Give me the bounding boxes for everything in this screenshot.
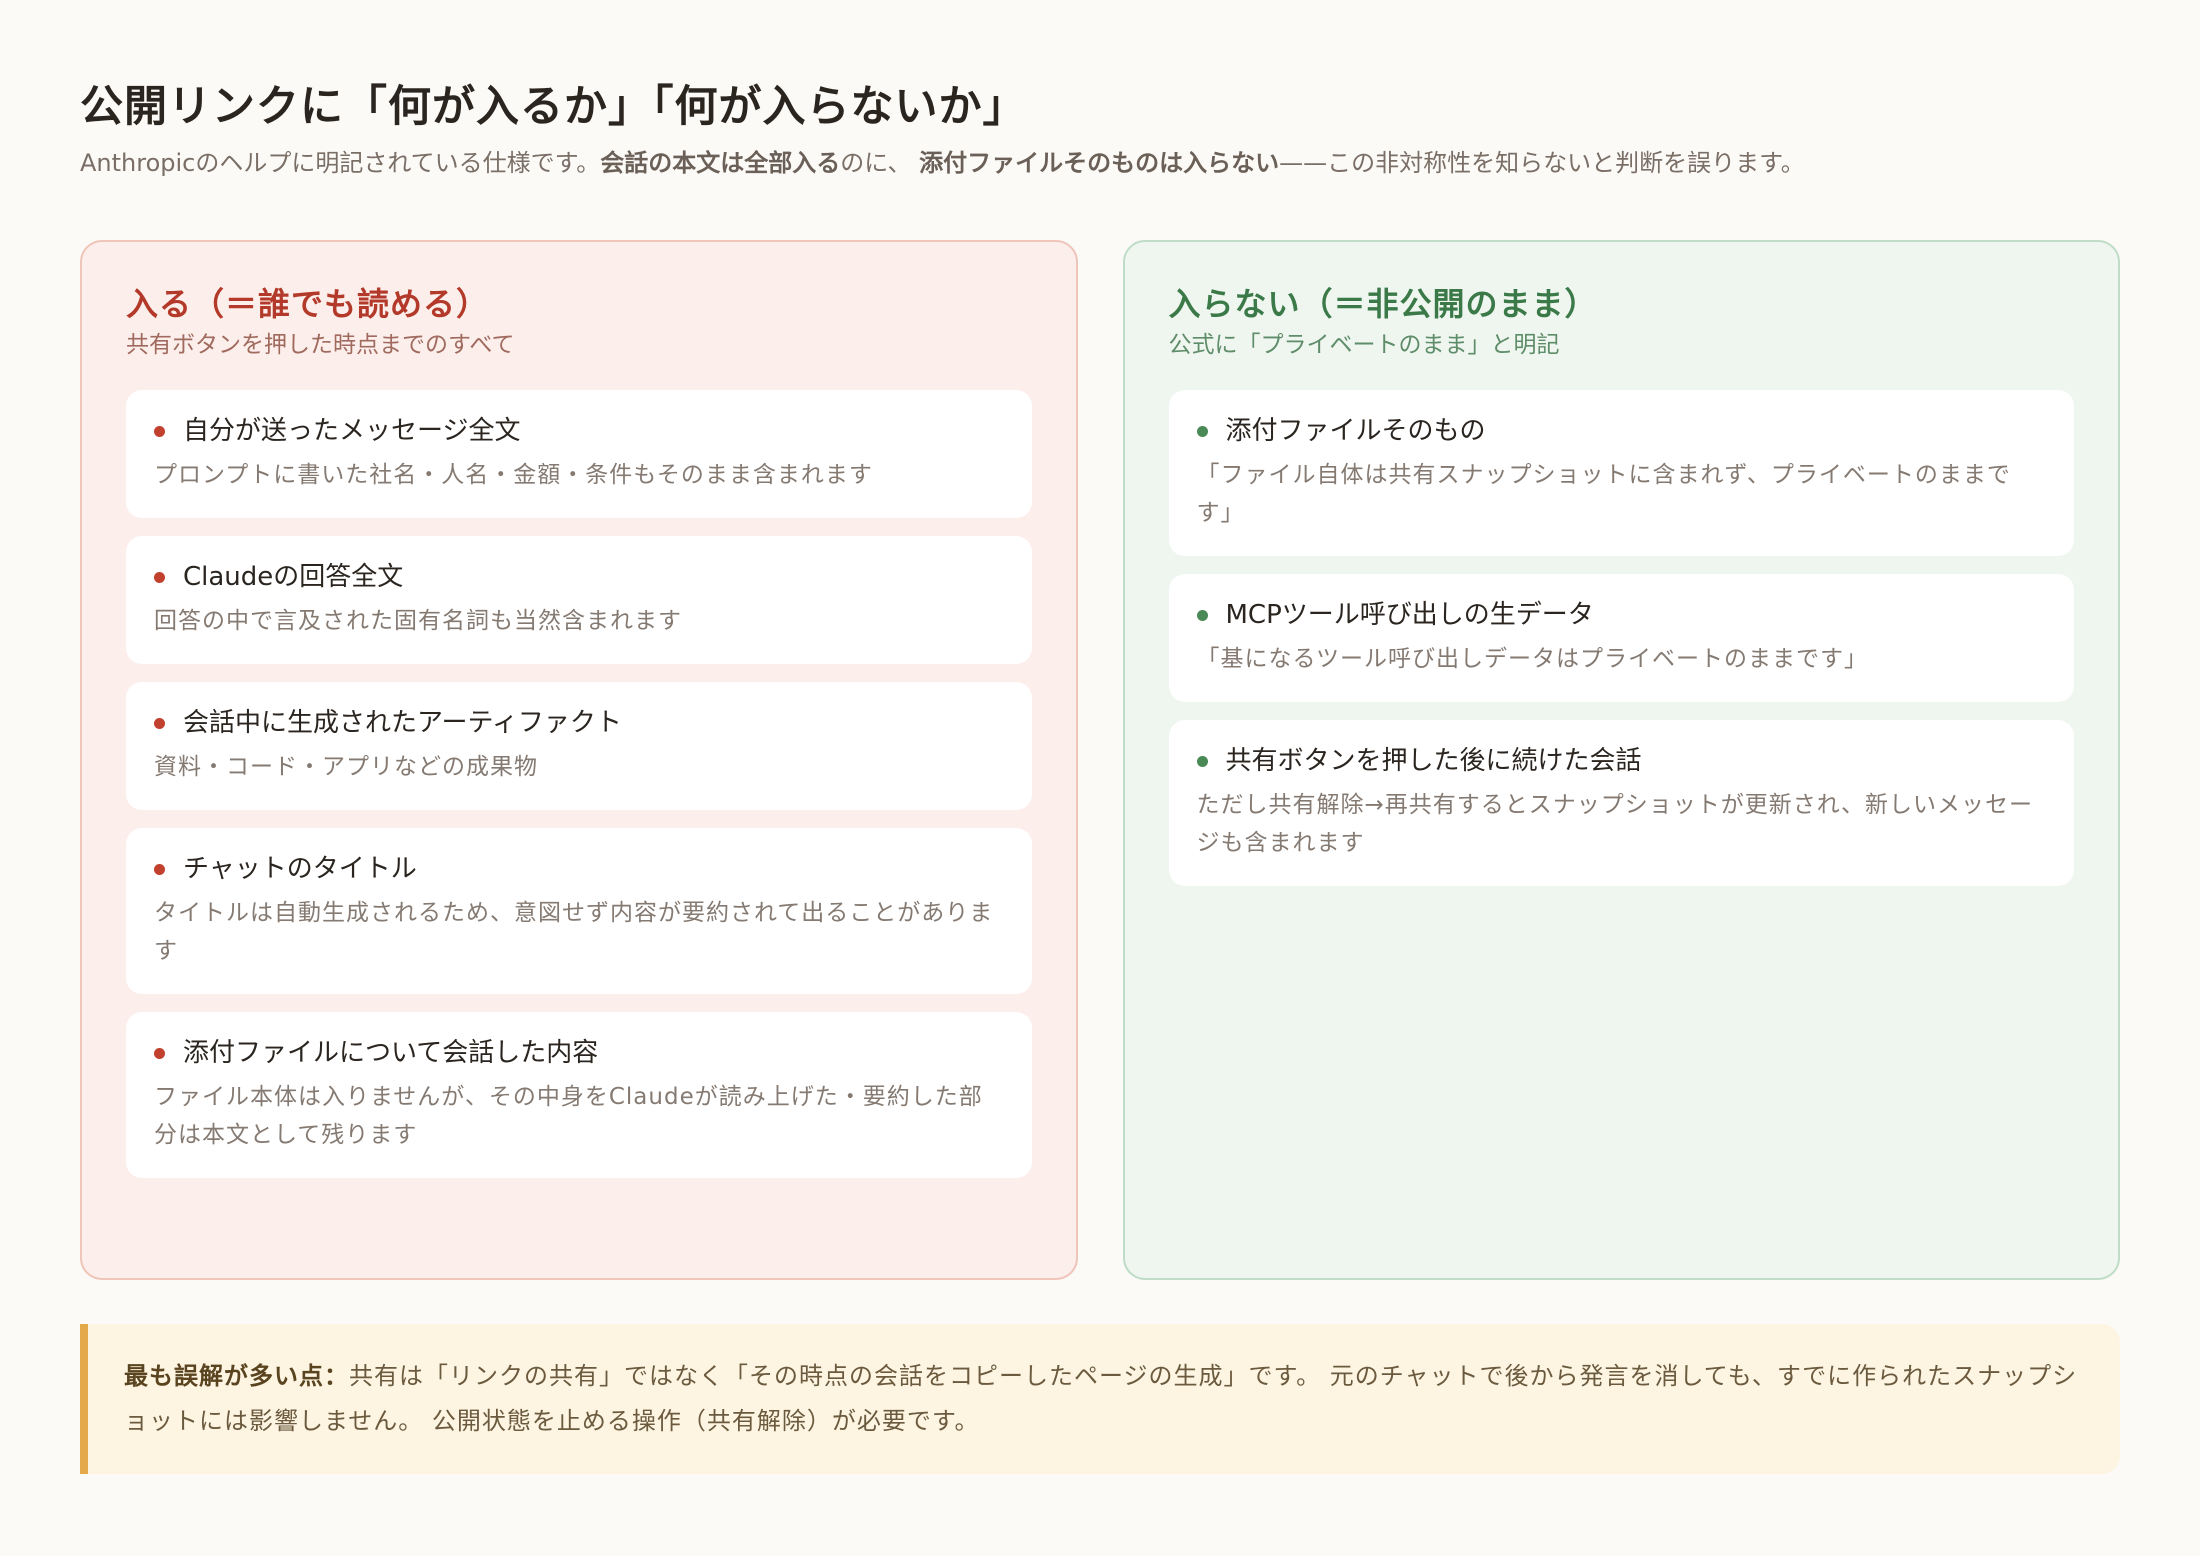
- included-item-title-text: Claudeの回答全文: [183, 562, 404, 592]
- excluded-item: 添付ファイルそのもの 「ファイル自体は共有スナップショットに含まれず、プライベー…: [1168, 390, 2074, 556]
- included-heading: 入る（＝誰でも読める）: [126, 285, 490, 323]
- included-item-title: 添付ファイルについて会話した内容: [154, 1034, 1004, 1072]
- excluded-item-title: 共有ボタンを押した後に続けた会話: [1196, 742, 2047, 780]
- excluded-heading: 入らない（＝非公開のまま）: [1168, 285, 1598, 323]
- included-panel: 入る（＝誰でも読める） 共有ボタンを押した時点までのすべて 自分が送ったメッセー…: [80, 240, 1078, 1280]
- bullet-dot-icon: [1196, 755, 1208, 767]
- excluded-item-desc: 「基になるツール呼び出しデータはプライベートのままです」: [1196, 646, 1869, 672]
- bullet-dot-icon: [154, 863, 165, 875]
- excluded-panel: 入らない（＝非公開のまま） 公式に「プライベートのまま」と明記 添付ファイルその…: [1122, 240, 2120, 1280]
- subtitle-emphasis-excluded: 添付ファイルそのものは入らない: [919, 149, 1280, 177]
- included-item-title-text: 自分が送ったメッセージ全文: [183, 416, 521, 446]
- comparison-columns: 入る（＝誰でも読める） 共有ボタンを押した時点までのすべて 自分が送ったメッセー…: [80, 240, 2120, 1280]
- excluded-item-desc: 「ファイル自体は共有スナップショットに含まれず、プライベートのままです」: [1196, 462, 2011, 526]
- bullet-dot-icon: [154, 425, 165, 437]
- excluded-item-title: MCPツール呼び出しの生データ: [1196, 596, 2047, 634]
- included-item-title-text: 会話中に生成されたアーティファクト: [183, 708, 622, 738]
- included-item-title: 会話中に生成されたアーティファクト: [154, 704, 1004, 742]
- excluded-item-title: 添付ファイルそのもの: [1196, 412, 2047, 450]
- included-item-title: 自分が送ったメッセージ全文: [154, 412, 1004, 450]
- included-item-desc: 回答の中で言及された固有名詞も当然含まれます: [154, 608, 682, 634]
- page: 公開リンクに「何が入るか」「何が入らないか」 Anthropicのヘルプに明記さ…: [0, 0, 2200, 1556]
- subtitle-suffix: ——この非対称性を知らないと判断を誤ります。: [1279, 149, 1805, 177]
- subtitle-prefix: Anthropicのヘルプに明記されている仕様です。: [80, 149, 601, 177]
- excluded-item-title-text: 共有ボタンを押した後に続けた会話: [1225, 746, 1642, 776]
- excluded-subheading: 公式に「プライベートのまま」と明記: [1168, 332, 1560, 358]
- subtitle-mid: のに、: [840, 149, 920, 177]
- subtitle-emphasis-included: 会話の本文は全部入る: [600, 149, 841, 177]
- callout-text: 共有は「リンクの共有」ではなく「その時点の会話をコピーしたページの生成」です。 …: [124, 1362, 2078, 1435]
- included-item-title-text: チャットのタイトル: [183, 854, 417, 884]
- included-item-title: Claudeの回答全文: [154, 558, 1004, 596]
- excluded-item-title-text: MCPツール呼び出しの生データ: [1225, 600, 1594, 630]
- bullet-dot-icon: [1196, 425, 1208, 437]
- included-item: 自分が送ったメッセージ全文 プロンプトに書いた社名・人名・金額・条件もそのまま含…: [126, 390, 1032, 518]
- included-item-desc: 資料・コード・アプリなどの成果物: [154, 754, 538, 780]
- bullet-dot-icon: [1196, 609, 1208, 621]
- included-item-desc: プロンプトに書いた社名・人名・金額・条件もそのまま含まれます: [154, 462, 873, 488]
- page-subtitle: Anthropicのヘルプに明記されている仕様です。会話の本文は全部入るのに、 …: [80, 146, 2120, 180]
- callout-label: 最も誤解が多い点：: [124, 1362, 349, 1390]
- included-subheading: 共有ボタンを押した時点までのすべて: [126, 332, 515, 358]
- included-item: 添付ファイルについて会話した内容 ファイル本体は入りませんが、その中身をClau…: [126, 1012, 1032, 1178]
- page-title: 公開リンクに「何が入るか」「何が入らないか」: [80, 82, 1027, 132]
- callout-note: 最も誤解が多い点：共有は「リンクの共有」ではなく「その時点の会話をコピーしたペー…: [80, 1324, 2120, 1474]
- included-item: 会話中に生成されたアーティファクト 資料・コード・アプリなどの成果物: [126, 682, 1032, 810]
- included-item-desc: タイトルは自動生成されるため、意図せず内容が要約されて出ることがあります: [154, 900, 994, 964]
- bullet-dot-icon: [154, 717, 165, 729]
- excluded-item-title-text: 添付ファイルそのもの: [1225, 416, 1486, 446]
- excluded-item: 共有ボタンを押した後に続けた会話 ただし共有解除→再共有するとスナップショットが…: [1168, 720, 2074, 886]
- bullet-dot-icon: [154, 1047, 165, 1059]
- excluded-item-desc: ただし共有解除→再共有するとスナップショットが更新され、新しいメッセージも含まれ…: [1196, 792, 2034, 856]
- excluded-item: MCPツール呼び出しの生データ 「基になるツール呼び出しデータはプライベートのま…: [1168, 574, 2074, 702]
- included-item-desc: ファイル本体は入りませんが、その中身をClaudeが読み上げた・要約した部分は本…: [154, 1084, 983, 1148]
- included-item-title-text: 添付ファイルについて会話した内容: [183, 1038, 599, 1068]
- included-item-title: チャットのタイトル: [154, 850, 1004, 888]
- included-item: チャットのタイトル タイトルは自動生成されるため、意図せず内容が要約されて出るこ…: [126, 828, 1032, 994]
- included-item: Claudeの回答全文 回答の中で言及された固有名詞も当然含まれます: [126, 536, 1032, 664]
- bullet-dot-icon: [154, 571, 165, 583]
